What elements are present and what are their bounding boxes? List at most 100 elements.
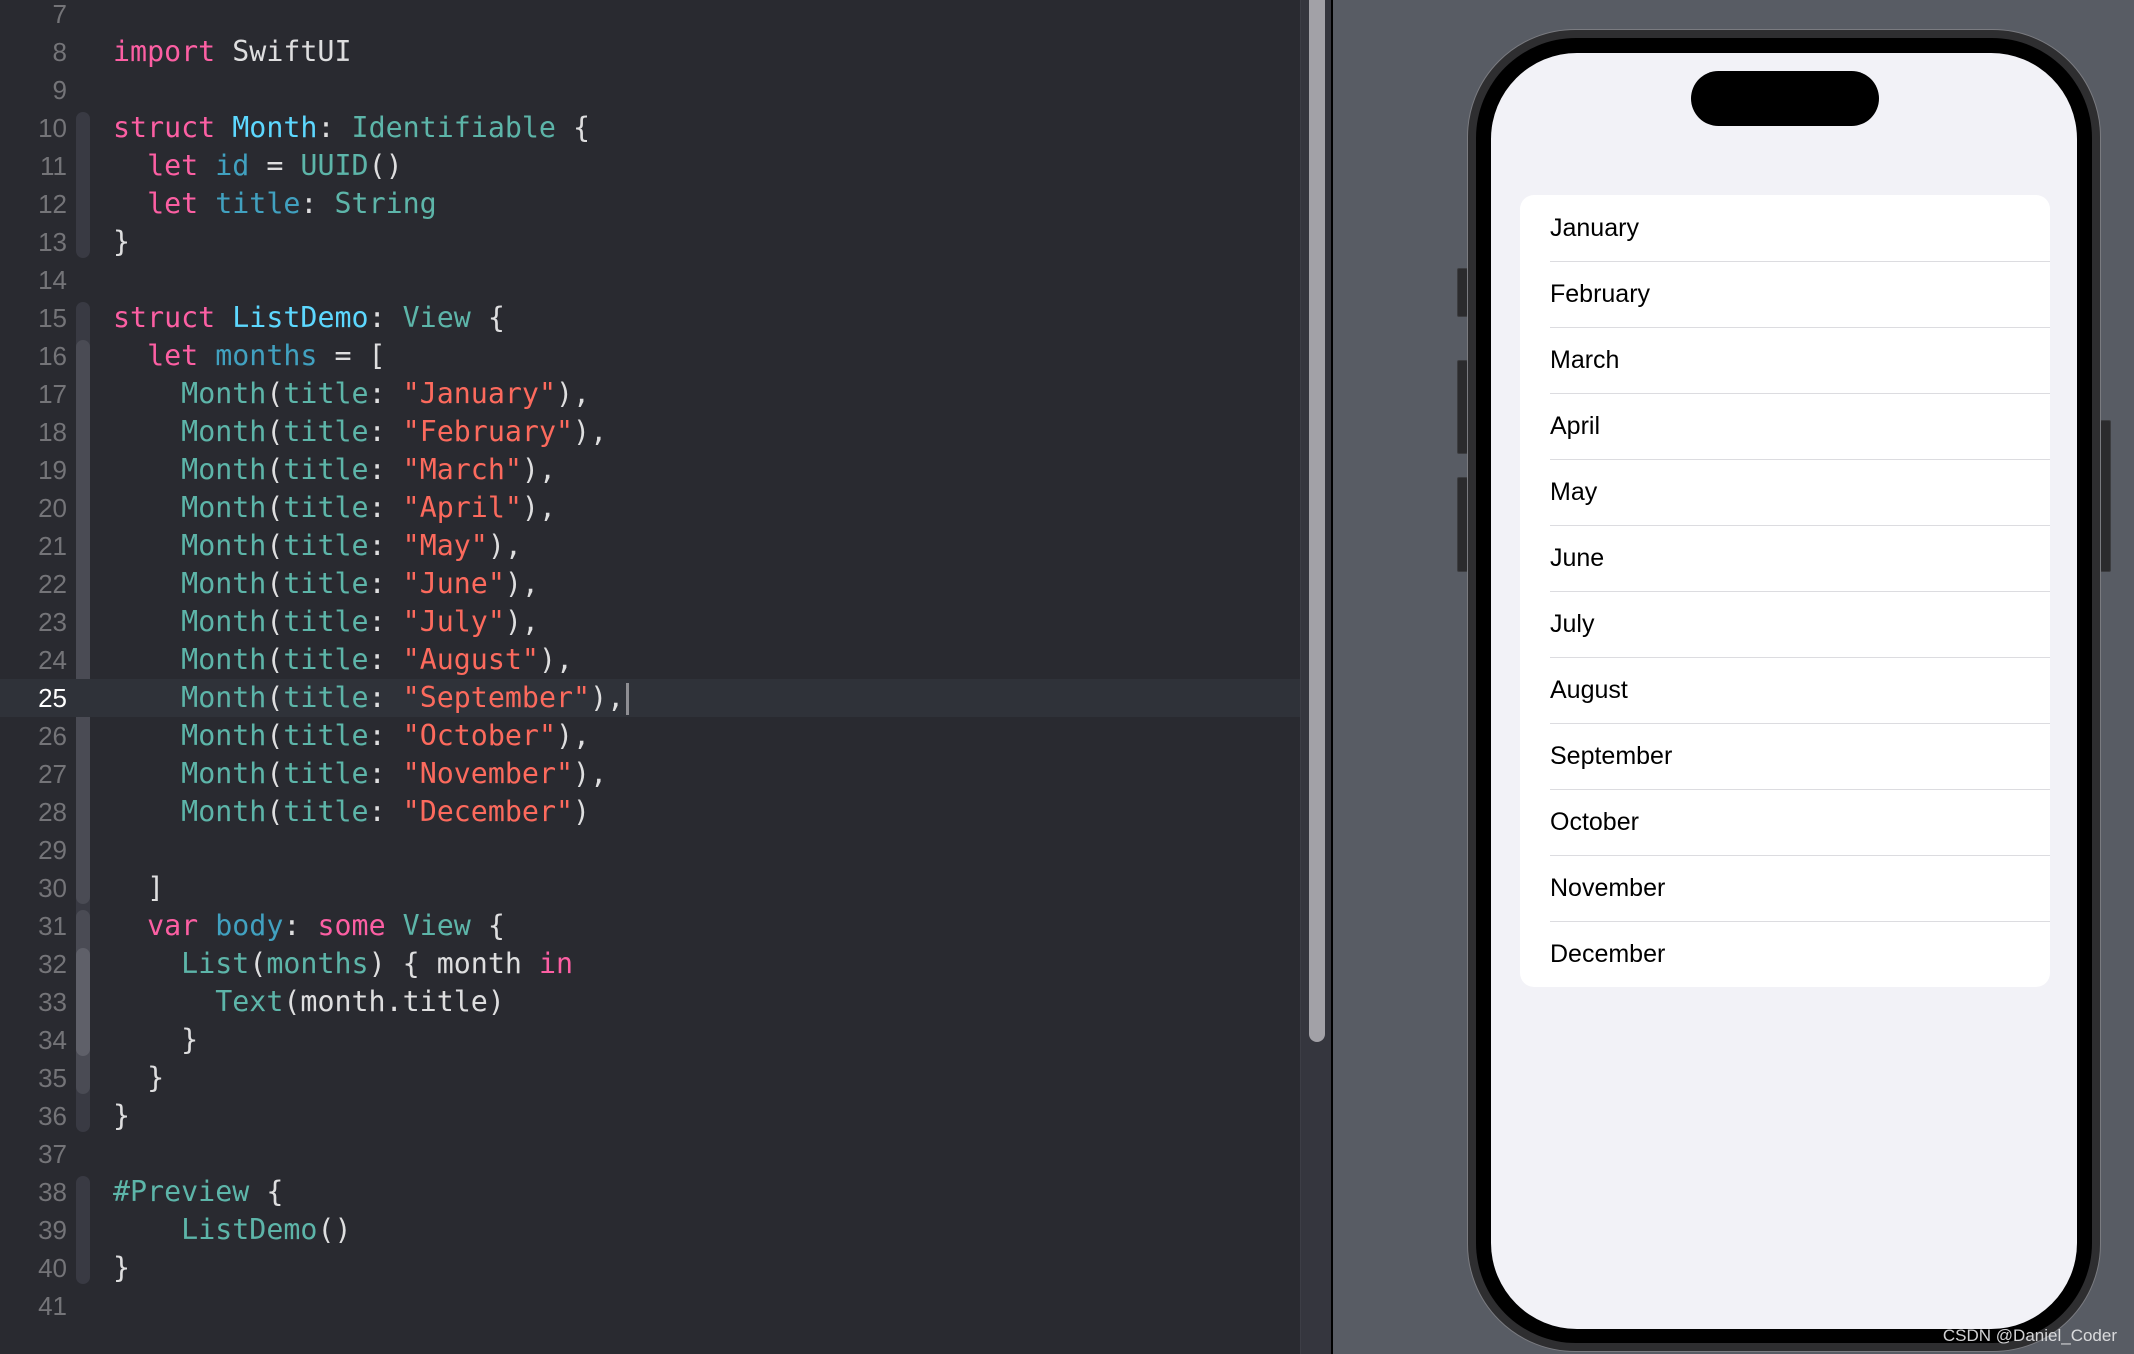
token-type: Month [181,795,267,828]
line-code[interactable]: } [113,223,130,261]
code-line[interactable]: 10 struct Month: Identifiable { [0,109,1300,147]
code-line[interactable]: 39 ListDemo() [0,1211,1300,1249]
code-line[interactable]: 7 [0,0,1300,33]
line-code[interactable]: List(months) { month in [113,945,573,983]
list-row[interactable]: November [1520,855,2050,921]
line-code[interactable]: Month(title: "June"), [113,565,539,603]
list-row[interactable]: October [1520,789,2050,855]
line-code[interactable]: } [113,1249,130,1287]
code-line[interactable]: 29 [0,831,1300,869]
line-code[interactable]: Month(title: "November"), [113,755,607,793]
token-type: Month [181,415,267,448]
token-plain: ( [266,605,284,638]
phone-bezel: January February March April May June July Augu… [1476,38,2092,1343]
line-code[interactable]: ] [113,869,164,907]
line-code[interactable]: } [113,1021,198,1059]
code-line[interactable]: 8 import SwiftUI [0,33,1300,71]
line-code[interactable]: Month(title: "January"), [113,375,590,413]
line-code[interactable]: Month(title: "July"), [113,603,539,641]
code-line[interactable]: 17 Month(title: "January"), [0,375,1300,413]
line-code[interactable]: var body: some View { [113,907,505,945]
line-code[interactable]: } [113,1059,164,1097]
list-row[interactable]: June [1520,525,2050,591]
code-line[interactable]: 15 struct ListDemo: View { [0,299,1300,337]
line-code[interactable]: let months = [ [113,337,386,375]
code-line[interactable]: 38 #Preview { [0,1173,1300,1211]
line-code[interactable]: Month(title: "April"), [113,489,556,527]
code-line[interactable]: 40} [0,1249,1300,1287]
list-row[interactable]: July [1520,591,2050,657]
code-line[interactable]: 20 Month(title: "April"), [0,489,1300,527]
line-code[interactable]: } [113,1097,130,1135]
list-row[interactable]: March [1520,327,2050,393]
token-str: "March" [402,453,522,486]
token-type: title [283,567,369,600]
code-line[interactable]: 28 Month(title: "December") [0,793,1300,831]
token-type: Month [181,643,267,676]
code-line[interactable]: 12 let title: String [0,185,1300,223]
editor-scrollbar-thumb[interactable] [1309,0,1325,1042]
line-code[interactable]: Month(title: "September"), [113,679,630,717]
code-line[interactable]: 33 Text(month.title) [0,983,1300,1021]
code-line[interactable]: 34 } [0,1021,1300,1059]
code-line[interactable]: 32 List(months) { month in [0,945,1300,983]
line-code[interactable]: Month(title: "December") [113,793,590,831]
line-code[interactable]: import SwiftUI [113,33,352,71]
code-line[interactable]: 36} [0,1097,1300,1135]
line-code[interactable]: Month(title: "August"), [113,641,573,679]
code-line[interactable]: 30 ] [0,869,1300,907]
code-line[interactable]: 23 Month(title: "July"), [0,603,1300,641]
code-line[interactable]: 31 var body: some View { [0,907,1300,945]
code-line[interactable]: 11 let id = UUID() [0,147,1300,185]
line-number: 24 [38,645,67,675]
list-row[interactable]: September [1520,723,2050,789]
line-code[interactable]: #Preview { [113,1173,283,1211]
token-str: "August" [402,643,539,676]
month-list: January February March April May June July Augu… [1520,195,2050,987]
token-plain: { [470,909,505,942]
line-code[interactable]: Month(title: "October"), [113,717,590,755]
line-code[interactable]: struct ListDemo: View { [113,299,505,337]
line-code[interactable]: let id = UUID() [113,147,403,185]
code-line[interactable]: 13} [0,223,1300,261]
code-line[interactable]: 21 Month(title: "May"), [0,527,1300,565]
list-row[interactable]: January [1520,195,2050,261]
line-code[interactable]: Month(title: "May"), [113,527,522,565]
code-line[interactable]: 25 Month(title: "September"), [0,679,1300,717]
code-line[interactable]: 9 [0,71,1300,109]
list-row[interactable]: February [1520,261,2050,327]
code-line[interactable]: 19 Month(title: "March"), [0,451,1300,489]
line-code[interactable]: struct Month: Identifiable { [113,109,590,147]
code-line[interactable]: 22 Month(title: "June"), [0,565,1300,603]
line-code[interactable]: Month(title: "February"), [113,413,607,451]
line-number: 29 [38,835,67,865]
code-line[interactable]: 27 Month(title: "November"), [0,755,1300,793]
token-plain: ), [555,377,591,410]
token-decl: ListDemo [232,301,369,334]
code-line[interactable]: 26 Month(title: "October"), [0,717,1300,755]
code-line[interactable]: 35 } [0,1059,1300,1097]
line-code[interactable]: Month(title: "March"), [113,451,556,489]
code-line[interactable]: 14 [0,261,1300,299]
list-row[interactable]: August [1520,657,2050,723]
editor-scrollbar[interactable] [1300,0,1332,1354]
list-row[interactable]: May [1520,459,2050,525]
line-code[interactable]: Text(month.title) [113,983,505,1021]
line-code[interactable]: ListDemo() [113,1211,351,1249]
dynamic-island [1691,71,1879,126]
line-number: 31 [38,911,67,941]
list-row[interactable]: December [1520,921,2050,987]
code-line[interactable]: 24 Month(title: "August"), [0,641,1300,679]
code-editor[interactable]: 7 8 import SwiftUI 9 10 struct Month: Identif… [0,0,1300,1354]
code-line[interactable]: 37 [0,1135,1300,1173]
code-line[interactable]: 18 Month(title: "February"), [0,413,1300,451]
list-row[interactable]: April [1520,393,2050,459]
code-line[interactable]: 16 let months = [ [0,337,1300,375]
token-plain: : [368,491,403,524]
code-line[interactable]: 41 [0,1287,1300,1325]
line-code[interactable]: let title: String [113,185,437,223]
